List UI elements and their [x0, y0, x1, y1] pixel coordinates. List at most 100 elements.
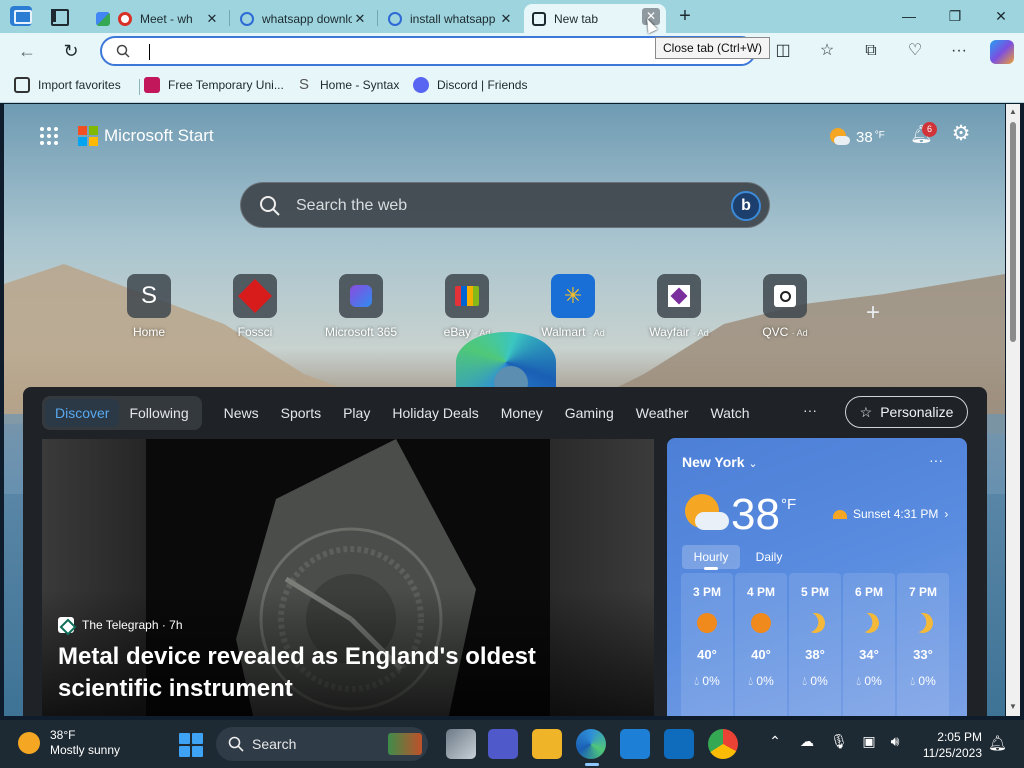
hour-item[interactable]: 3 PM 40° 💧︎ 0%: [681, 573, 733, 716]
web-search-box[interactable]: Search the web b: [240, 182, 770, 228]
weather-more-icon[interactable]: ···: [929, 452, 943, 468]
feed-link-weather[interactable]: Weather: [636, 405, 689, 421]
tab-label: Meet - wh: [140, 11, 193, 26]
tab-meet[interactable]: Meet - wh ✕: [88, 4, 228, 33]
browser-essentials-icon[interactable]: ♡: [904, 40, 926, 62]
settings-gear-icon[interactable]: ⚙: [949, 122, 973, 146]
notification-center-icon[interactable]: 🔔︎: [988, 734, 1007, 752]
tile-label: eBay: [443, 325, 471, 339]
weather-location[interactable]: New York ⌄: [682, 454, 758, 470]
hourly-forecast: 3 PM 40° 💧︎ 0% 4 PM 40° 💧︎ 0% 5 PM 38° 💧…: [681, 573, 949, 716]
microsoft-store-icon[interactable]: [620, 729, 650, 759]
temp-unit: °F: [781, 496, 797, 513]
restore-button[interactable]: ❐: [932, 0, 978, 33]
collections-icon[interactable]: ⧉: [860, 40, 882, 62]
quick-link-ebay[interactable]: eBay · Ad: [422, 274, 512, 339]
edge-taskbar-icon[interactable]: [576, 729, 606, 766]
add-shortcut-icon[interactable]: +: [866, 299, 880, 327]
split-screen-icon[interactable]: ◫: [772, 40, 794, 62]
hour-precip: 0%: [918, 674, 936, 688]
favorite-discord[interactable]: Discord | Friends: [413, 77, 527, 93]
quick-link-qvc[interactable]: QVC · Ad: [740, 274, 830, 339]
personalize-label: Personalize: [880, 404, 954, 420]
mail-icon[interactable]: [664, 729, 694, 759]
microphone-icon[interactable]: 🎙︎: [828, 733, 850, 755]
scroll-thumb[interactable]: [1010, 122, 1016, 342]
bing-icon[interactable]: b: [731, 191, 761, 221]
feed-link-money[interactable]: Money: [501, 405, 543, 421]
tab-install-whatsapp[interactable]: install whatsapp ✕: [380, 4, 522, 33]
hour-item[interactable]: 7 PM 33° 💧︎ 0%: [897, 573, 949, 716]
favorites-star-icon[interactable]: ☆: [816, 40, 838, 62]
quick-link-wayfair[interactable]: Wayfair · Ad: [634, 274, 724, 339]
tab-actions-icon[interactable]: [48, 6, 70, 26]
personalize-button[interactable]: ☆ Personalize: [845, 396, 968, 428]
tab-hourly[interactable]: Hourly: [682, 545, 740, 569]
tab-whatsapp-download[interactable]: whatsapp download ✕: [232, 4, 376, 33]
article-headline[interactable]: Metal device revealed as England's oldes…: [58, 641, 638, 705]
quick-link-walmart[interactable]: ✳ Walmart · Ad: [528, 274, 618, 339]
taskbar-weather[interactable]: 38°F Mostly sunny: [18, 728, 120, 758]
feed-link-watch[interactable]: Watch: [710, 405, 749, 421]
app-launcher-icon[interactable]: [40, 127, 58, 145]
chrome-icon[interactable]: [708, 729, 738, 759]
start-button-icon[interactable]: [179, 733, 203, 757]
close-tab-icon[interactable]: ✕: [498, 11, 514, 27]
more-categories-icon[interactable]: ···: [803, 402, 817, 418]
quick-link-home[interactable]: S Home: [104, 274, 194, 339]
teams-icon[interactable]: [488, 729, 518, 759]
feed-link-news[interactable]: News: [224, 405, 259, 421]
tab-daily[interactable]: Daily: [740, 545, 798, 569]
chevron-down-icon: ⌄: [748, 458, 758, 470]
hour-item[interactable]: 4 PM 40° 💧︎ 0%: [735, 573, 787, 716]
page-scrollbar[interactable]: ▲ ▼: [1006, 104, 1020, 716]
feed-link-sports[interactable]: Sports: [281, 405, 321, 421]
article-source[interactable]: The Telegraph · 7h: [58, 617, 183, 633]
new-tab-button[interactable]: +: [674, 5, 696, 27]
file-explorer-icon[interactable]: [532, 729, 562, 759]
import-favorites-icon: [14, 77, 30, 93]
weather-card[interactable]: New York ⌄ ··· 38 °F Sunset 4:31 PM › Ho…: [667, 438, 967, 716]
back-button[interactable]: ←: [14, 38, 40, 64]
close-window-button[interactable]: ✕: [978, 0, 1024, 33]
feed-link-holiday-deals[interactable]: Holiday Deals: [392, 405, 478, 421]
top-story-card[interactable]: The Telegraph · 7h Metal device revealed…: [42, 439, 654, 716]
syntax-icon: S: [298, 76, 309, 93]
sunset-info[interactable]: Sunset 4:31 PM ›: [833, 507, 948, 521]
address-input[interactable]: [146, 42, 726, 62]
quick-link-fossci[interactable]: Fossci: [210, 274, 300, 339]
quick-link-microsoft-365[interactable]: Microsoft 365: [316, 274, 406, 339]
network-icon[interactable]: ▣: [858, 733, 880, 755]
close-tab-icon[interactable]: ✕: [352, 11, 368, 27]
ms-start-header: Microsoft Start: [40, 126, 214, 146]
settings-more-icon[interactable]: ···: [948, 40, 970, 62]
show-hidden-icons-icon[interactable]: ⌃: [764, 733, 786, 755]
favorite-syntax[interactable]: S Home - Syntax: [296, 77, 399, 93]
feed-nav: Discover Following News Sports Play Holi…: [42, 396, 750, 430]
copilot-icon[interactable]: [990, 40, 1014, 64]
favorite-temporary[interactable]: Free Temporary Uni...: [144, 77, 284, 93]
minimize-button[interactable]: —: [886, 0, 932, 33]
feed-link-play[interactable]: Play: [343, 405, 370, 421]
feed-link-gaming[interactable]: Gaming: [565, 405, 614, 421]
volume-icon[interactable]: 🔊︎: [884, 733, 906, 755]
hour-item[interactable]: 6 PM 34° 💧︎ 0%: [843, 573, 895, 716]
feed-tab-discover[interactable]: Discover: [45, 399, 120, 427]
close-tab-tooltip: Close tab (Ctrl+W): [655, 37, 771, 59]
hour-item[interactable]: 5 PM 38° 💧︎ 0%: [789, 573, 841, 716]
workspaces-icon[interactable]: [10, 6, 32, 26]
task-view-icon[interactable]: [446, 729, 476, 759]
new-tab-page: Microsoft Start 38 °F 🔔︎ 6 ⚙ Search the …: [4, 104, 1005, 716]
taskbar-clock[interactable]: 2:05 PM 11/25/2023: [906, 729, 982, 761]
discord-icon: [413, 77, 429, 93]
onedrive-cloud-icon[interactable]: ☁: [796, 733, 818, 755]
page-title[interactable]: Microsoft Start: [104, 126, 214, 146]
refresh-button[interactable]: ↻: [58, 38, 84, 64]
favorite-import[interactable]: Import favorites: [14, 77, 121, 93]
weather-chip[interactable]: 38 °F: [828, 126, 885, 148]
close-tab-icon[interactable]: ✕: [204, 11, 220, 27]
scroll-up-icon[interactable]: ▲: [1008, 107, 1018, 117]
taskbar-search[interactable]: Search: [216, 727, 428, 761]
scroll-down-icon[interactable]: ▼: [1008, 702, 1018, 712]
feed-tab-following[interactable]: Following: [119, 399, 198, 427]
